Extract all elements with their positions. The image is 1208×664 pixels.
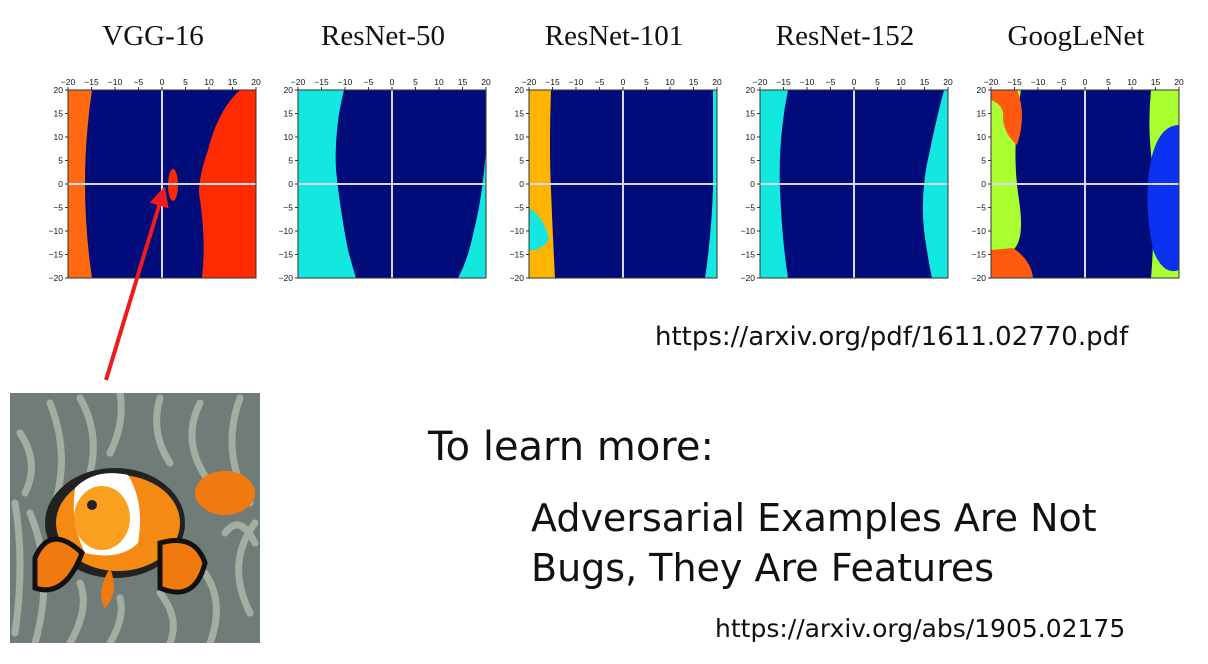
- paper-title-line-1: Adversarial Examples Are Not: [531, 496, 1097, 540]
- reference-url-1: https://arxiv.org/pdf/1611.02770.pdf: [655, 322, 1129, 352]
- learn-more-heading: To learn more:: [428, 424, 714, 470]
- clownfish-image: [10, 393, 260, 643]
- paper-title-line-2: Bugs, They Are Features: [531, 546, 995, 590]
- arrow-line: [104, 186, 169, 381]
- reference-url-2: https://arxiv.org/abs/1905.02175: [715, 614, 1126, 643]
